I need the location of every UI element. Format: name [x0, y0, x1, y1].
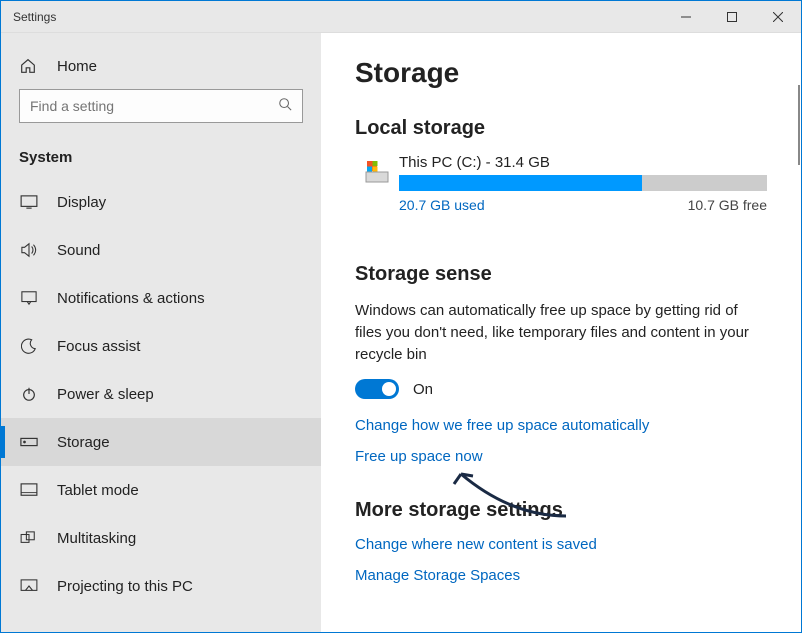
category-heading: System: [1, 141, 321, 178]
sidebar-item-label: Focus assist: [57, 338, 140, 355]
sidebar-item-label: Display: [57, 194, 106, 211]
sidebar-item-focus[interactable]: Focus assist: [1, 322, 321, 370]
storage-sense-toggle[interactable]: [355, 379, 399, 399]
usage-bar-fill: [399, 175, 642, 191]
free-up-now-link[interactable]: Free up space now: [355, 448, 767, 465]
change-save-location-link[interactable]: Change where new content is saved: [355, 536, 767, 553]
sidebar-item-label: Multitasking: [57, 530, 136, 547]
minimize-button[interactable]: [663, 1, 709, 33]
disk-free-label: 10.7 GB free: [688, 197, 767, 213]
storage-sense-heading: Storage sense: [355, 263, 767, 286]
usage-bar: [399, 175, 767, 191]
sidebar-item-multitasking[interactable]: Multitasking: [1, 514, 321, 562]
search-field[interactable]: [30, 98, 278, 114]
notifications-icon: [19, 290, 39, 306]
search-icon: [278, 97, 292, 116]
titlebar: Settings: [1, 1, 801, 33]
page-title: Storage: [355, 57, 767, 89]
change-free-up-link[interactable]: Change how we free up space automaticall…: [355, 417, 767, 434]
sidebar-item-label: Tablet mode: [57, 482, 139, 499]
tablet-icon: [19, 483, 39, 497]
sidebar-item-label: Notifications & actions: [57, 290, 205, 307]
window-title: Settings: [1, 10, 663, 24]
projecting-icon: [19, 579, 39, 593]
nav-list: Display Sound Notifications & actions Fo…: [1, 178, 321, 610]
drive-icon: [355, 154, 399, 186]
home-label: Home: [57, 58, 97, 75]
manage-storage-spaces-link[interactable]: Manage Storage Spaces: [355, 567, 767, 584]
display-icon: [19, 195, 39, 209]
scrollbar[interactable]: [798, 85, 800, 165]
more-storage-heading: More storage settings: [355, 499, 767, 522]
power-icon: [19, 386, 39, 402]
sidebar-item-storage[interactable]: Storage: [1, 418, 321, 466]
sidebar: Home System Display Sound Notifications …: [1, 33, 321, 632]
sidebar-item-label: Storage: [57, 434, 110, 451]
maximize-button[interactable]: [709, 1, 755, 33]
disk-used-link[interactable]: 20.7 GB used: [399, 197, 485, 213]
close-button[interactable]: [755, 1, 801, 33]
moon-icon: [19, 338, 39, 354]
sidebar-item-notifications[interactable]: Notifications & actions: [1, 274, 321, 322]
sidebar-item-label: Projecting to this PC: [57, 578, 193, 595]
multitasking-icon: [19, 531, 39, 545]
sidebar-item-tablet[interactable]: Tablet mode: [1, 466, 321, 514]
disk-name: This PC (C:) - 31.4 GB: [399, 154, 767, 171]
home-icon: [19, 57, 39, 75]
sidebar-item-label: Power & sleep: [57, 386, 154, 403]
sidebar-item-sound[interactable]: Sound: [1, 226, 321, 274]
sidebar-item-projecting[interactable]: Projecting to this PC: [1, 562, 321, 610]
search-input[interactable]: [19, 89, 303, 123]
content-pane: Storage Local storage This PC (C:) - 31.…: [321, 33, 801, 632]
sidebar-item-label: Sound: [57, 242, 100, 259]
home-button[interactable]: Home: [1, 49, 321, 89]
toggle-state-label: On: [413, 381, 433, 398]
local-storage-heading: Local storage: [355, 117, 767, 140]
sound-icon: [19, 242, 39, 258]
storage-icon: [19, 435, 39, 449]
sidebar-item-power[interactable]: Power & sleep: [1, 370, 321, 418]
disk-row[interactable]: This PC (C:) - 31.4 GB 20.7 GB used 10.7…: [355, 154, 767, 213]
sidebar-item-display[interactable]: Display: [1, 178, 321, 226]
storage-sense-description: Windows can automatically free up space …: [355, 300, 767, 365]
